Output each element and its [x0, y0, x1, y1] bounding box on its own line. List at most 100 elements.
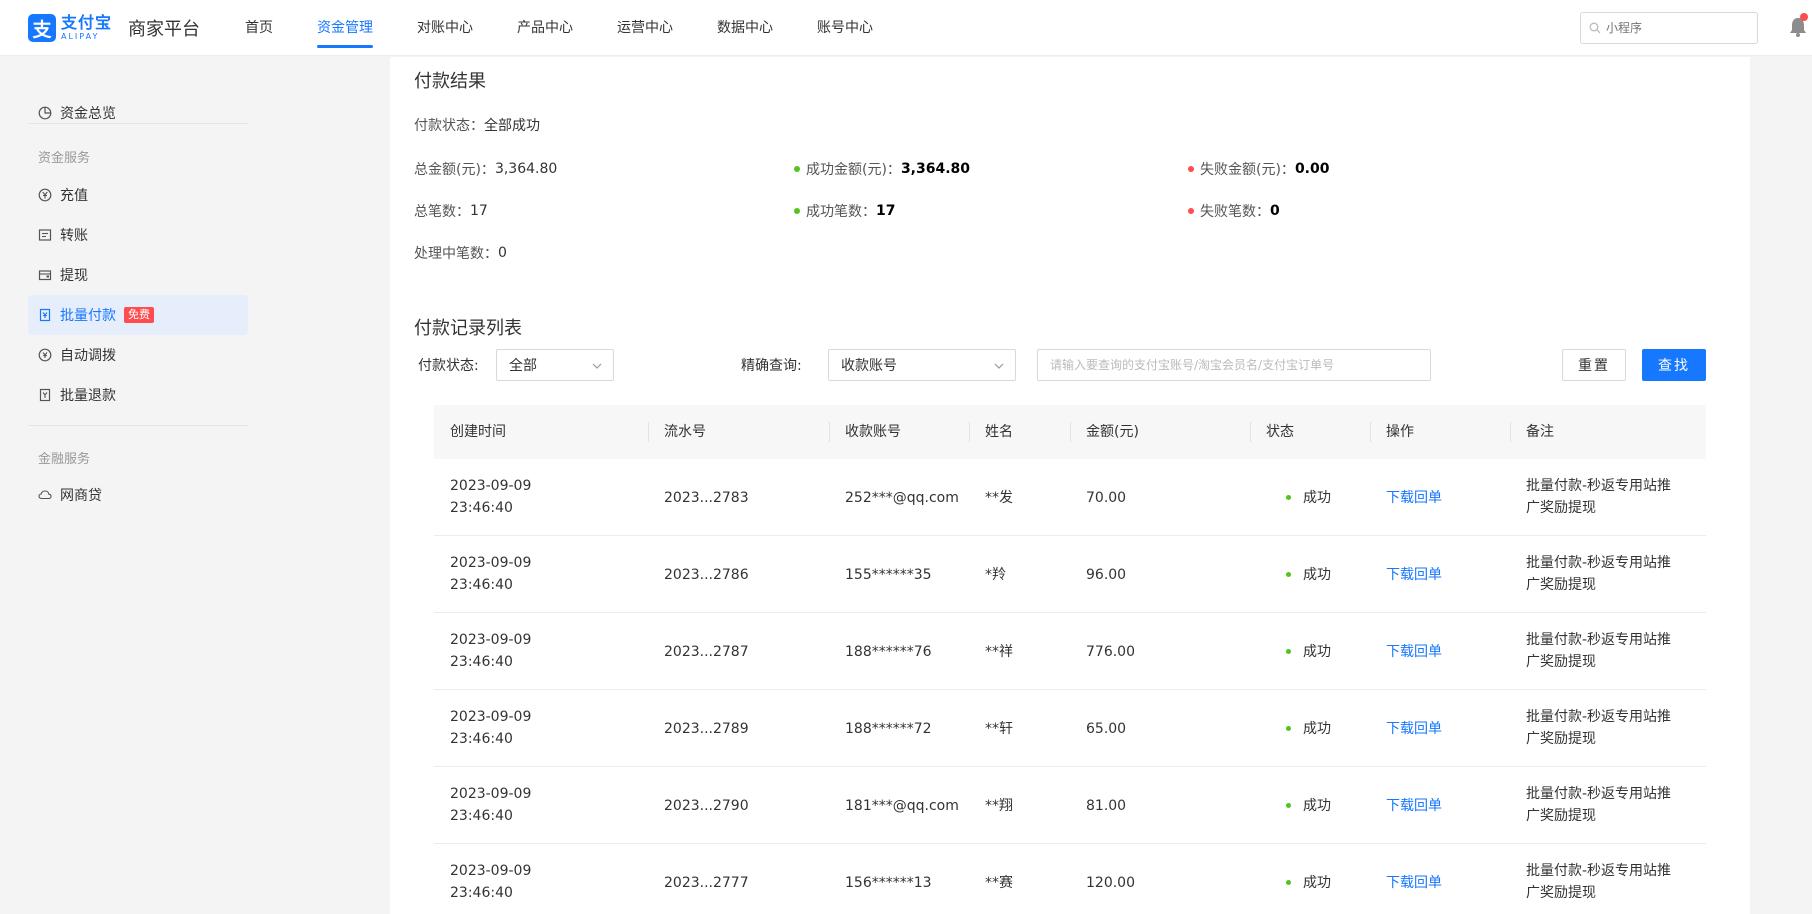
download-receipt-link[interactable]: 下载回单 — [1386, 690, 1442, 767]
payment-result-title: 付款结果 — [414, 71, 486, 92]
notification-dot — [1800, 13, 1808, 21]
row-name: **翔 — [985, 797, 1013, 814]
nav-reconciliation[interactable]: 对账中心 — [417, 0, 473, 56]
processing-count-label: 处理中笔数： — [414, 246, 498, 262]
table-row: 2023-09-09 23:46:40 2023...2786 155******… — [434, 536, 1706, 613]
nav-fund-management[interactable]: 资金管理 — [317, 0, 373, 56]
row-time: 23:46:40 — [450, 577, 513, 593]
sidebar-item-batch-refund[interactable]: 批量退款 — [28, 375, 248, 415]
row-date: 2023-09-09 — [450, 632, 532, 648]
download-receipt-link[interactable]: 下载回单 — [1386, 613, 1442, 690]
row-remark-line2: 广奖励提现 — [1526, 500, 1596, 516]
nav-account[interactable]: 账号中心 — [817, 0, 873, 56]
status-filter-select[interactable]: 全部 — [496, 349, 614, 381]
top-search-input[interactable] — [1606, 21, 1746, 35]
sidebar-item-auto-allocate[interactable]: 自动调拨 — [28, 335, 248, 375]
row-amount: 65.00 — [1086, 720, 1127, 737]
sidebar-group-finance-services: 金融服务 — [38, 452, 91, 467]
nav-operations[interactable]: 运营中心 — [617, 0, 673, 56]
top-search-box[interactable] — [1580, 12, 1758, 44]
fail-count: 失败笔数： 0 — [1188, 201, 1280, 221]
download-receipt-link[interactable]: 下载回单 — [1386, 767, 1442, 844]
col-amount: 金额(元) — [1086, 424, 1139, 440]
row-time: 23:46:40 — [450, 654, 513, 670]
main-content: 付款结果 付款状态： 全部成功 总金额(元)： 3,364.80 成功 金额(元)… — [390, 57, 1750, 914]
sidebar-item-label: 批量退款 — [60, 388, 116, 404]
table-row: 2023-09-09 23:46:40 2023...2790 181***@qq… — [434, 767, 1706, 844]
sidebar-item-withdraw[interactable]: 提现 — [28, 255, 248, 295]
sidebar-item-batch-payment[interactable]: 批量付款 免费 — [28, 295, 248, 335]
payment-status-label: 付款状态： — [414, 118, 484, 134]
total-amount: 总金额(元)： 3,364.80 — [414, 159, 557, 179]
row-status-label: 成功 — [1303, 720, 1331, 737]
sidebar-item-label: 自动调拨 — [60, 348, 116, 364]
row-remark-line2: 广奖励提现 — [1526, 885, 1596, 901]
fail-count-value: 0 — [1270, 203, 1280, 219]
success-status-dot — [1286, 803, 1291, 808]
row-status-label: 成功 — [1303, 874, 1331, 891]
success-count-value: 17 — [876, 203, 896, 219]
reset-button[interactable]: 重置 — [1562, 349, 1626, 381]
alipay-logo[interactable]: 支 支付宝 ALIPAY 商家平台 — [28, 14, 200, 42]
row-serial: 2023...2786 — [664, 566, 749, 583]
transfer-icon — [38, 229, 52, 241]
sidebar-item-label: 充值 — [60, 188, 88, 204]
row-remark-line2: 广奖励提现 — [1526, 654, 1596, 670]
column-separator — [1510, 422, 1511, 442]
platform-name: 商家平台 — [128, 19, 201, 40]
row-amount: 96.00 — [1086, 566, 1127, 583]
row-amount: 120.00 — [1086, 874, 1135, 891]
row-status: 成功 — [1286, 690, 1331, 767]
exact-query-select[interactable]: 收款账号 — [828, 349, 1016, 381]
download-receipt-link[interactable]: 下载回单 — [1386, 459, 1442, 536]
nav-products[interactable]: 产品中心 — [517, 0, 573, 56]
row-remark-line1: 批量付款-秒返专用站推 — [1526, 863, 1672, 879]
row-status: 成功 — [1286, 536, 1331, 613]
row-status-label: 成功 — [1303, 489, 1331, 506]
sidebar-item-mybank-loan[interactable]: 网商贷 — [28, 475, 248, 515]
col-status: 状态 — [1266, 424, 1294, 440]
sidebar-item-label: 批量付款 — [60, 308, 116, 324]
row-remark-line2: 广奖励提现 — [1526, 577, 1596, 593]
row-status-label: 成功 — [1303, 566, 1331, 583]
success-dot — [794, 208, 800, 214]
fail-amount: 失败金额(元)： 0.00 — [1188, 159, 1329, 179]
fail-dot — [1188, 208, 1194, 214]
fail-dot — [1188, 166, 1194, 172]
search-icon — [1589, 22, 1601, 34]
row-account: 181***@qq.com — [845, 797, 959, 814]
download-receipt-link[interactable]: 下载回单 — [1386, 536, 1442, 613]
table-row: 2023-09-09 23:46:40 2023...2787 188******… — [434, 613, 1706, 690]
row-serial: 2023...2783 — [664, 489, 749, 506]
row-serial: 2023...2787 — [664, 643, 749, 660]
search-button[interactable]: 查找 — [1642, 349, 1706, 381]
table-header: 创建时间 流水号 收款账号 姓名 金额(元) 状态 操作 备注 — [434, 405, 1706, 459]
success-count: 成功笔数： 17 — [794, 201, 895, 221]
row-status: 成功 — [1286, 767, 1331, 844]
row-account: 252***@qq.com — [845, 489, 959, 506]
sidebar-item-transfer[interactable]: 转账 — [28, 215, 248, 255]
sidebar-item-label: 转账 — [60, 228, 88, 244]
col-action: 操作 — [1386, 424, 1414, 440]
row-account: 156******13 — [845, 874, 932, 891]
row-date: 2023-09-09 — [450, 478, 532, 494]
row-name: *羚 — [985, 566, 1006, 583]
nav-home[interactable]: 首页 — [245, 0, 273, 56]
table-row: 2023-09-09 23:46:40 2023...2783 252***@qq… — [434, 459, 1706, 536]
total-amount-label: 总金额(元)： — [414, 162, 495, 178]
payment-records-table: 创建时间 流水号 收款账号 姓名 金额(元) 状态 操作 备注 2023-09-… — [434, 405, 1706, 914]
sidebar-item-fund-overview[interactable]: 资金总览 — [28, 93, 248, 133]
col-name: 姓名 — [985, 424, 1013, 440]
row-name: **轩 — [985, 720, 1013, 737]
download-receipt-link[interactable]: 下载回单 — [1386, 844, 1442, 914]
row-date: 2023-09-09 — [450, 863, 532, 879]
col-serial: 流水号 — [664, 424, 706, 440]
auto-allocate-icon — [38, 348, 52, 362]
logo-en-text: ALIPAY — [61, 32, 100, 41]
sidebar-item-recharge[interactable]: 充值 — [28, 175, 248, 215]
nav-data[interactable]: 数据中心 — [717, 0, 773, 56]
sidebar-item-label: 网商贷 — [60, 488, 102, 504]
row-date: 2023-09-09 — [450, 555, 532, 571]
row-date: 2023-09-09 — [450, 786, 532, 802]
query-input[interactable] — [1037, 349, 1431, 381]
